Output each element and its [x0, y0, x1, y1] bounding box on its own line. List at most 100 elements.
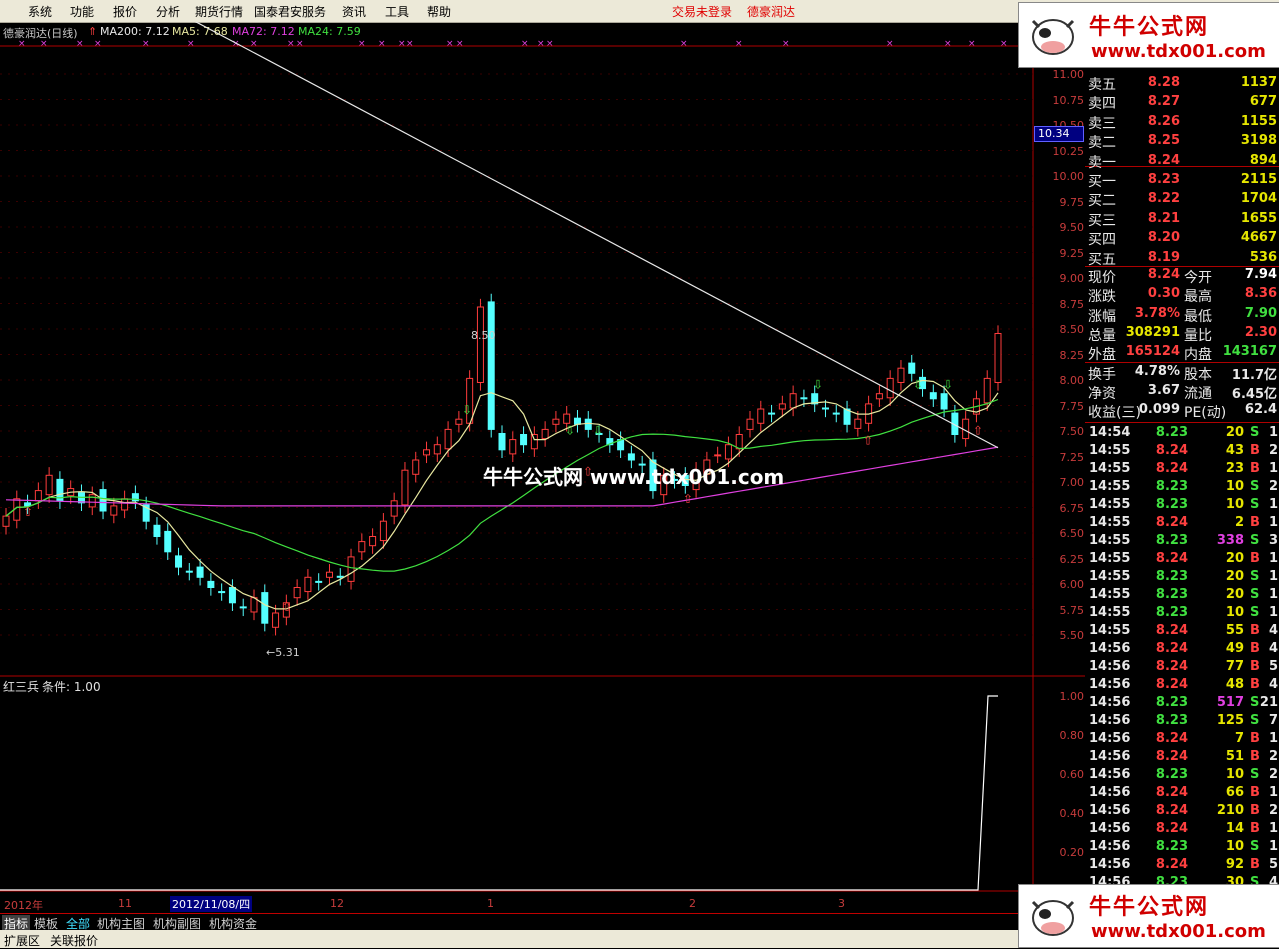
bid-price[interactable]: 8.19 [1124, 250, 1180, 265]
tick-n: 2 [1268, 443, 1278, 458]
candle [423, 449, 431, 456]
tick-price: 8.23 [1155, 497, 1188, 512]
ask-price[interactable]: 8.28 [1124, 75, 1180, 90]
ask-volume: 3198 [1240, 133, 1277, 149]
stat-value: 3.67 [1147, 382, 1180, 398]
candle [541, 428, 549, 440]
tick-vol: 20 [1225, 425, 1244, 440]
tick-vol: 10 [1225, 497, 1244, 512]
signal-mark: × [782, 39, 790, 49]
signal-mark: × [446, 39, 454, 49]
tick-price: 8.23 [1155, 695, 1188, 710]
candle [897, 367, 905, 383]
y-axis-tick: 9.00 [1059, 272, 1085, 285]
candle [735, 434, 743, 450]
tick-row: 14:56 8.24 92 B 5 [1086, 857, 1279, 875]
date-axis: 2012年 11 2012/11/08/四 12 1 2 3 [0, 896, 1033, 912]
y-axis-tick: 10.00 [1052, 170, 1085, 183]
menu-futures[interactable]: 期货行情 [195, 3, 243, 20]
ask-price[interactable]: 8.27 [1124, 94, 1180, 109]
ask-label: 卖三 [1088, 115, 1116, 132]
bid-label: 买二 [1088, 193, 1116, 210]
tick-time: 14:55 [1089, 569, 1131, 584]
tick-n: 4 [1268, 677, 1278, 692]
menu-quote[interactable]: 报价 [113, 3, 137, 20]
candle [724, 444, 732, 460]
cow-icon [1031, 900, 1075, 936]
candle [444, 428, 452, 450]
bid-price[interactable]: 8.23 [1124, 172, 1180, 187]
candle [153, 524, 161, 537]
current-price-value: 10.34 [1038, 127, 1070, 140]
brand-logo-bottom: 牛牛公式网 www.tdx001.com [1018, 884, 1279, 948]
signal-mark: × [680, 39, 688, 49]
menu-function[interactable]: 功能 [70, 3, 94, 20]
tick-row: 14:54 8.23 20 S 1 [1086, 425, 1279, 443]
tick-row: 14:55 8.23 338 S 3 [1086, 533, 1279, 551]
ask-label: 卖四 [1088, 96, 1116, 113]
y-axis-tick: 5.75 [1059, 603, 1085, 617]
ask-price[interactable]: 8.25 [1124, 133, 1180, 148]
login-status[interactable]: 交易未登录 [672, 3, 732, 20]
tick-row: 14:55 8.23 10 S 2 [1086, 479, 1279, 497]
tick-n: 7 [1268, 713, 1278, 728]
sell-arrow-icon: ⇩ [943, 378, 953, 392]
candle [509, 439, 517, 455]
candle [315, 580, 323, 583]
candle [401, 469, 409, 506]
tab-related-quote[interactable]: 关联报价 [50, 932, 98, 949]
tick-n: 2 [1268, 749, 1278, 764]
candle [207, 580, 215, 589]
ma200-line [194, 22, 999, 449]
bid-price[interactable]: 8.22 [1124, 191, 1180, 206]
tick-n: 4 [1268, 623, 1278, 638]
menu-broker-service[interactable]: 国泰君安服务 [254, 3, 326, 20]
tick-time: 14:56 [1089, 749, 1131, 764]
y-axis-tick: 7.50 [1059, 425, 1085, 438]
y-axis-tick: 8.50 [1059, 323, 1085, 336]
menu-system[interactable]: 系统 [28, 3, 52, 20]
ask-price[interactable]: 8.24 [1124, 153, 1180, 168]
tick-time: 14:55 [1089, 443, 1131, 458]
tick-price: 8.24 [1155, 623, 1188, 638]
tick-n: 2 [1268, 767, 1278, 782]
candle [800, 397, 808, 400]
sell-arrow-icon: ⇩ [462, 403, 472, 417]
sell-arrow-icon: ⇩ [913, 378, 923, 392]
tick-vol: 20 [1225, 587, 1244, 602]
date-month-mar: 3 [838, 897, 845, 910]
y-axis-tick: 6.25 [1059, 552, 1085, 566]
bid-price[interactable]: 8.21 [1124, 211, 1180, 226]
tick-price: 8.24 [1155, 461, 1188, 476]
bid-volume: 2115 [1240, 172, 1277, 187]
bid-volume: 536 [1249, 249, 1277, 265]
tick-row: 14:55 8.23 20 S 1 [1086, 569, 1279, 587]
menu-help[interactable]: 帮助 [427, 3, 451, 20]
tick-n: 1 [1268, 785, 1278, 800]
tick-time: 14:55 [1089, 605, 1131, 620]
candle [854, 418, 862, 429]
stat-value: 165124 [1125, 344, 1180, 360]
menu-tools[interactable]: 工具 [385, 3, 409, 20]
candle [2, 515, 10, 527]
signal-mark: × [521, 39, 529, 49]
cow-icon [1031, 19, 1075, 55]
bid-price[interactable]: 8.20 [1124, 230, 1180, 245]
tick-n: 21 [1259, 695, 1278, 710]
ask-price[interactable]: 8.26 [1124, 114, 1180, 129]
menu-news[interactable]: 资讯 [342, 3, 366, 20]
tick-time: 14:56 [1089, 857, 1131, 872]
signal-mark: × [296, 39, 304, 49]
tab-expand-area[interactable]: 扩展区 [4, 932, 40, 949]
tick-vol: 2 [1234, 515, 1244, 530]
tick-row: 14:56 8.24 7 B 1 [1086, 731, 1279, 749]
date-month-nov: 11 [118, 897, 132, 910]
tick-price: 8.23 [1155, 767, 1188, 782]
menu-analysis[interactable]: 分析 [156, 3, 180, 20]
tick-n: 1 [1268, 569, 1278, 584]
candle [832, 412, 840, 415]
candle [476, 306, 484, 383]
tick-time: 14:55 [1089, 533, 1131, 548]
bid-label: 买一 [1088, 174, 1116, 190]
tick-vol: 10 [1225, 767, 1244, 782]
